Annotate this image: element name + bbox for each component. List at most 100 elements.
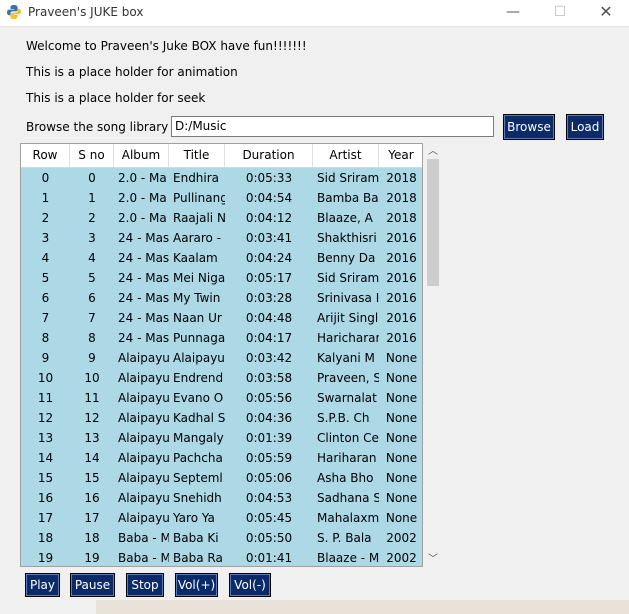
cell-duration: 0:05:33: [245, 171, 293, 185]
table-row[interactable]: 6 6 24 - Mas My Twin 0:03:28 Srinivasa I 2016: [21, 288, 422, 308]
table-row[interactable]: 15 15 Alaipayu Septeml 0:05:06 Asha Bho None: [21, 468, 422, 488]
cell-s-no: 16: [84, 491, 100, 505]
cell-album: Alaipayu: [118, 351, 169, 365]
cell-year: None: [385, 471, 418, 485]
cell-artist: Sid Sriram: [317, 171, 379, 185]
scroll-thumb[interactable]: [427, 159, 439, 286]
scroll-up-arrow-icon[interactable]: ︿: [425, 145, 441, 159]
cell-year: None: [385, 391, 418, 405]
cell-title: Pachcha: [173, 451, 223, 465]
table-row[interactable]: 4 4 24 - Mas Kaalam 0:04:24 Benny Da 2016: [21, 248, 422, 268]
column-header-artist[interactable]: Artist: [313, 144, 379, 167]
cell-album: Alaipayu: [118, 511, 169, 525]
cell-artist: Praveen, S: [317, 371, 379, 385]
table-row[interactable]: 19 19 Baba - M Baba Ra 0:01:41 Blaaze - M 2002: [21, 548, 422, 566]
app-window: Praveen's JUKE box — ☐ ✕ Welcome to Prav…: [0, 0, 629, 614]
cell-row: 3: [41, 231, 50, 245]
play-button[interactable]: Play: [25, 573, 60, 597]
cell-duration: 0:04:53: [245, 491, 293, 505]
column-header-s-no[interactable]: S no: [70, 144, 114, 167]
background-strip: [96, 600, 629, 614]
cell-s-no: 0: [88, 171, 96, 185]
table-row[interactable]: 7 7 24 - Mas Naan Ur 0:04:48 Arijit Singl 2016: [21, 308, 422, 328]
song-table: Row S no Album Title Duration Artist Year 0 0 2.…: [20, 143, 423, 567]
cell-s-no: 1: [88, 191, 96, 205]
table-row[interactable]: 13 13 Alaipayu Mangaly 0:01:39 Clinton Ce None: [21, 428, 422, 448]
cell-year: 2016: [386, 271, 417, 285]
cell-duration: 0:05:59: [245, 451, 293, 465]
cell-row: 13: [37, 431, 54, 445]
table-scrollbar[interactable]: ︿ ﹀: [425, 143, 441, 567]
minimize-button[interactable]: —: [490, 0, 536, 26]
column-header-row[interactable]: Row: [21, 144, 70, 167]
volume-down-button[interactable]: Vol(-): [229, 573, 271, 597]
cell-duration: 0:05:45: [245, 511, 293, 525]
cell-artist: S. P. Bala: [317, 531, 372, 545]
cell-row: 5: [41, 271, 50, 285]
cell-s-no: 6: [88, 291, 96, 305]
cell-artist: Benny Da: [317, 251, 376, 265]
cell-title: Endhira: [173, 171, 220, 185]
cell-year: 2002: [386, 531, 417, 545]
cell-s-no: 10: [84, 371, 100, 385]
cell-title: Snehidh: [173, 491, 222, 505]
cell-duration: 0:05:17: [245, 271, 293, 285]
cell-s-no: 7: [88, 311, 96, 325]
table-row[interactable]: 14 14 Alaipayu Pachcha 0:05:59 Hariharan None: [21, 448, 422, 468]
cell-s-no: 15: [84, 471, 100, 485]
table-row[interactable]: 11 11 Alaipayu Evano O 0:05:56 Swarnalat None: [21, 388, 422, 408]
column-header-year[interactable]: Year: [379, 144, 422, 167]
cell-artist: Mahalaxm: [317, 511, 379, 525]
cell-album: Alaipayu: [118, 471, 169, 485]
cell-album: Alaipayu: [118, 491, 169, 505]
cell-title: Septeml: [173, 471, 223, 485]
cell-album: Alaipayu: [118, 451, 169, 465]
table-row[interactable]: 12 12 Alaipayu Kadhal S 0:04:36 S.P.B. Ch None: [21, 408, 422, 428]
table-row[interactable]: 2 2 2.0 - Ma Raajali N 0:04:12 Blaaze, A 2018: [21, 208, 422, 228]
cell-album: 24 - Mas: [118, 271, 169, 285]
cell-duration: 0:03:42: [245, 351, 293, 365]
browse-button[interactable]: Browse: [503, 114, 555, 140]
cell-artist: Hariharan: [317, 451, 377, 465]
cell-artist: Sadhana S: [317, 491, 379, 505]
cell-row: 17: [37, 511, 54, 525]
cell-title: Baba Ra: [173, 551, 223, 565]
table-row[interactable]: 18 18 Baba - M Baba Ki 0:05:50 S. P. Bala 2002: [21, 528, 422, 548]
cell-title: Mei Niga: [173, 271, 225, 285]
welcome-text: Welcome to Praveen's Juke BOX have fun!!…: [26, 39, 307, 53]
library-path-input[interactable]: D:/Music: [171, 116, 494, 137]
table-row[interactable]: 9 9 Alaipayu Alaipayu 0:03:42 Kalyani M None: [21, 348, 422, 368]
pause-button[interactable]: Pause: [70, 573, 115, 597]
cell-title: Yaro Ya: [173, 511, 215, 525]
table-body: 0 0 2.0 - Ma Endhira 0:05:33 Sid Sriram 2018 1 1…: [21, 168, 422, 566]
cell-year: None: [385, 511, 418, 525]
table-row[interactable]: 16 16 Alaipayu Snehidh 0:04:53 Sadhana S None: [21, 488, 422, 508]
close-button[interactable]: ✕: [583, 0, 629, 26]
volume-up-button[interactable]: Vol(+): [175, 573, 218, 597]
column-header-duration[interactable]: Duration: [225, 144, 313, 167]
cell-row: 19: [37, 551, 54, 565]
table-row[interactable]: 1 1 2.0 - Ma Pullinang 0:04:54 Bamba Ba 2018: [21, 188, 422, 208]
cell-album: Alaipayu: [118, 391, 169, 405]
cell-row: 4: [41, 251, 50, 265]
table-row[interactable]: 17 17 Alaipayu Yaro Ya 0:05:45 Mahalaxm None: [21, 508, 422, 528]
scroll-down-arrow-icon[interactable]: ﹀: [425, 553, 441, 567]
table-row[interactable]: 8 8 24 - Mas Punnaga 0:04:17 Haricharar 2016: [21, 328, 422, 348]
table-row[interactable]: 0 0 2.0 - Ma Endhira 0:05:33 Sid Sriram 2018: [21, 168, 422, 188]
cell-album: Alaipayu: [118, 411, 169, 425]
table-row[interactable]: 10 10 Alaipayu Endrend 0:03:58 Praveen, S None: [21, 368, 422, 388]
load-button[interactable]: Load: [566, 114, 604, 140]
cell-title: Punnaga: [173, 331, 225, 345]
column-header-title[interactable]: Title: [169, 144, 225, 167]
table-row[interactable]: 3 3 24 - Mas Aararo - 0:03:41 Shakthisri 2016: [21, 228, 422, 248]
cell-row: 18: [37, 531, 54, 545]
table-row[interactable]: 5 5 24 - Mas Mei Niga 0:05:17 Sid Sriram 2016: [21, 268, 422, 288]
cell-row: 12: [37, 411, 54, 425]
cell-duration: 0:01:41: [245, 551, 293, 565]
cell-s-no: 13: [84, 431, 100, 445]
maximize-button[interactable]: ☐: [537, 0, 583, 26]
cell-year: None: [385, 431, 418, 445]
stop-button[interactable]: Stop: [126, 573, 164, 597]
cell-artist: Blaaze, A: [317, 211, 373, 225]
column-header-album[interactable]: Album: [114, 144, 169, 167]
